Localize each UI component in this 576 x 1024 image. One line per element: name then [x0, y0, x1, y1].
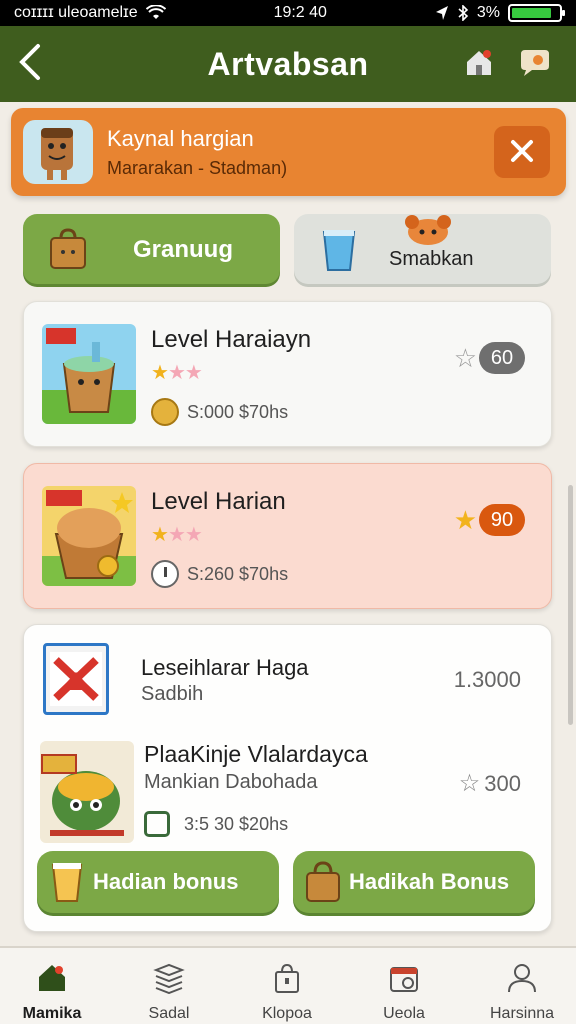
score-value: 300: [484, 770, 521, 796]
page-title: Artvabsan: [207, 45, 369, 82]
level-card-daily[interactable]: Level Haraiayn ★★★ S:000 $70hs ☆ 60: [23, 301, 552, 447]
reward-text: S:000 $70hs: [187, 401, 289, 422]
clock-label: 19:2 40: [273, 4, 327, 21]
reward-text: 3:5 30 $20hs: [184, 813, 289, 834]
bonus-label: Hadian bonus: [93, 869, 239, 894]
chevron-left-icon: [19, 44, 40, 80]
level-thumbnail: [42, 324, 136, 424]
mission-value: 1.3000: [453, 667, 521, 692]
score-value: 60: [479, 342, 525, 374]
tab-mamika[interactable]: Mamika: [2, 958, 102, 1022]
daily-bonus-button[interactable]: Hadian bonus: [37, 851, 279, 913]
mascot-avatar: [23, 120, 93, 184]
calendar-icon: [390, 967, 418, 992]
mission-subtitle: Mankian Dabohada: [144, 771, 318, 793]
tab-label: Ueola: [383, 1005, 425, 1022]
score-badge: ☆ 60: [454, 342, 525, 374]
star-rating: ★★★: [151, 524, 203, 546]
smabkan-button[interactable]: Smabkan: [294, 214, 551, 284]
mission-reward: 3:5 30 $20hs: [144, 811, 288, 837]
timer-icon: [151, 560, 179, 588]
tab-ueola[interactable]: Ueola: [354, 958, 454, 1022]
score-value: 90: [479, 504, 525, 536]
smabkan-label: Smabkan: [389, 248, 474, 270]
home-icon: [39, 965, 65, 991]
level-thumbnail: [42, 486, 136, 586]
carrier-label: coɪɪɪɪ uleoamelɪe: [14, 4, 138, 21]
star-icon: ☆: [458, 770, 481, 797]
bag-icon: [306, 861, 340, 902]
mascot-icon: [405, 215, 451, 245]
close-icon: [511, 140, 533, 162]
level-card-highlight[interactable]: Level Harian ★★★ S:260 $70hs ★ 90: [23, 463, 552, 609]
bluetooth-icon: [458, 5, 469, 21]
score-badge: ★ 90: [454, 504, 525, 536]
bag-icon: [275, 963, 299, 993]
bonus-label: Hadikah Bonus: [349, 869, 510, 894]
star-rating: ★★★: [151, 362, 203, 384]
granuug-label: Granuug: [133, 236, 233, 263]
scrollbar[interactable]: [568, 485, 573, 725]
tab-label: Klopoa: [262, 1005, 312, 1022]
home-button[interactable]: [460, 44, 498, 82]
mission-title: Leseihlarar Haga: [141, 655, 309, 680]
tab-label: Harsinna: [489, 1005, 555, 1022]
bonus-card: Leseihlarar Haga Sadbih 1.3000 PlaaKinje…: [23, 624, 552, 932]
score-badge: ☆ 300: [459, 769, 521, 798]
granuug-button[interactable]: Granuug: [23, 214, 280, 284]
mission-title: PlaaKinje Vlalardayca: [144, 741, 368, 767]
location-icon: [435, 6, 448, 20]
tab-label: Mamika: [22, 1005, 82, 1022]
status-bar: coɪɪɪɪ uleoamelɪe 19:2 40 3%: [0, 0, 576, 26]
star-icon: ☆: [453, 342, 477, 373]
house-icon: [467, 50, 491, 75]
bonus-claim-button[interactable]: Hadikah Bonus: [293, 851, 535, 913]
layers-icon: [153, 963, 185, 995]
wifi-icon: [145, 5, 166, 19]
user-icon: [508, 964, 536, 993]
bag-icon: [50, 228, 86, 269]
promo-banner[interactable]: Kaynal hargian Mararakan - Stadman): [11, 108, 566, 196]
mission-subtitle: Sadbih: [141, 683, 204, 705]
coin-icon: [151, 398, 179, 426]
level-reward: S:260 $70hs: [151, 560, 288, 588]
banner-title: Kaynal hargian: [107, 126, 254, 151]
level-title: Level Harian: [151, 488, 286, 515]
bottom-tab-bar: Mamika Sadal Klopoa Ueola Harsinna: [0, 946, 576, 1024]
battery-icon: [507, 4, 565, 22]
tab-label: Sadal: [148, 1005, 190, 1022]
banner-close-button[interactable]: [494, 126, 550, 178]
cup-icon: [322, 230, 356, 271]
tab-sadal[interactable]: Sadal: [119, 958, 219, 1022]
star-icon: ★: [453, 504, 477, 535]
tab-klopoa[interactable]: Klopoa: [237, 958, 337, 1022]
plug-icon: [144, 811, 170, 837]
drink-icon: [51, 863, 83, 902]
back-button[interactable]: [14, 40, 54, 86]
chat-bubble-icon: [521, 50, 549, 76]
reward-text: S:260 $70hs: [187, 563, 289, 584]
level-title: Level Haraiayn: [151, 326, 312, 353]
mission-thumbnail[interactable]: [40, 741, 134, 843]
app-header: Artvabsan: [0, 26, 576, 102]
battery-percent: 3%: [476, 4, 500, 21]
level-reward: S:000 $70hs: [151, 398, 288, 426]
chat-button[interactable]: [516, 44, 554, 82]
banner-subtitle: Mararakan - Stadman): [107, 158, 288, 178]
tab-harsinna[interactable]: Harsinna: [472, 958, 572, 1022]
mission-thumbnail[interactable]: [43, 643, 109, 715]
